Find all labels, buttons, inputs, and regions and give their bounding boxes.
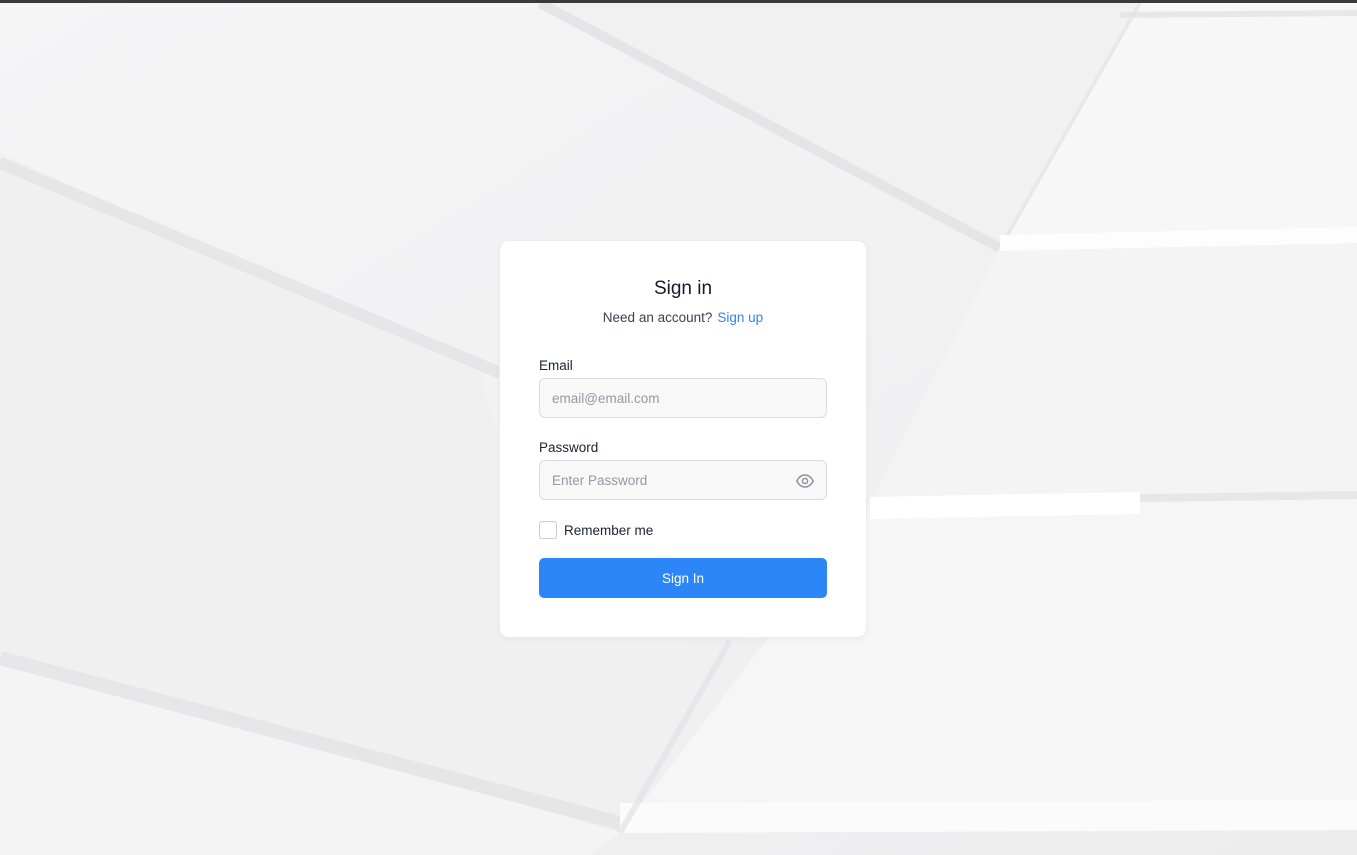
remember-me-row: Remember me bbox=[539, 521, 653, 539]
password-label: Password bbox=[539, 440, 599, 455]
email-label: Email bbox=[539, 358, 573, 373]
remember-me-checkbox[interactable] bbox=[539, 521, 557, 539]
sign-in-button[interactable]: Sign In bbox=[539, 558, 827, 598]
eye-icon[interactable] bbox=[795, 471, 815, 491]
email-field[interactable] bbox=[552, 390, 814, 406]
password-field-container[interactable] bbox=[539, 460, 827, 500]
password-field[interactable] bbox=[552, 472, 814, 488]
remember-me-label[interactable]: Remember me bbox=[564, 523, 653, 538]
email-field-container[interactable] bbox=[539, 378, 827, 418]
signup-prompt-text: Need an account? bbox=[602, 310, 713, 325]
signup-prompt: Need an account? Sign up bbox=[500, 310, 866, 325]
signup-link[interactable]: Sign up bbox=[717, 310, 763, 325]
signin-card: Sign in Need an account? Sign up Email Pa… bbox=[499, 240, 867, 638]
page-title: Sign in bbox=[653, 278, 713, 299]
